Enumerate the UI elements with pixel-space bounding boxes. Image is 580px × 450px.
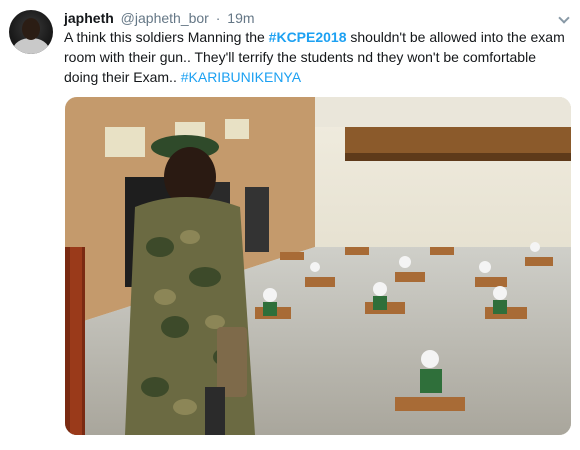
separator-dot: ·	[215, 10, 221, 26]
hashtag-karibunikenya[interactable]: #KARIBUNIKENYA	[181, 69, 301, 85]
chevron-down-icon[interactable]	[558, 12, 570, 24]
avatar-shoulders	[13, 38, 49, 54]
user-handle[interactable]: @japheth_bor	[121, 10, 209, 26]
hashtag-kcpe2018[interactable]: #KCPE2018	[269, 29, 347, 45]
tweet-header: japheth @japheth_bor · 19m	[64, 9, 255, 27]
user-name[interactable]: japheth	[64, 10, 114, 26]
avatar[interactable]	[9, 10, 53, 54]
avatar-face	[22, 18, 40, 40]
tweet-text: A think this soldiers Manning the #KCPE2…	[64, 27, 569, 87]
tweet-timestamp[interactable]: 19m	[227, 10, 254, 26]
tweet-card[interactable]: japheth @japheth_bor · 19m A think this …	[0, 0, 580, 450]
tweet-text-part-1: A think this soldiers Manning the	[64, 29, 269, 45]
exam-hall-photo-illustration	[65, 97, 571, 435]
tweet-photo[interactable]	[65, 97, 571, 435]
